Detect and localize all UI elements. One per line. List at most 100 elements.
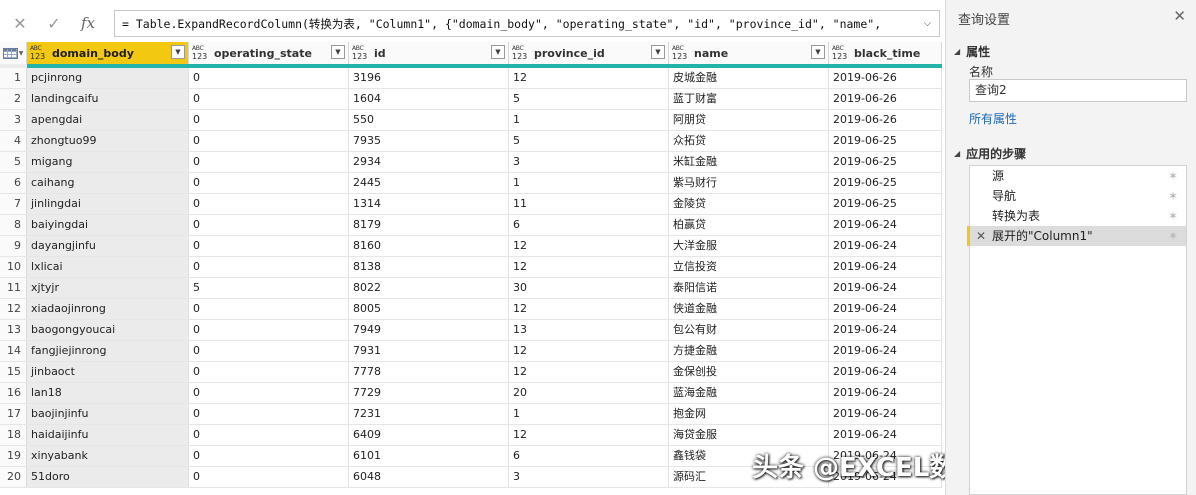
type-any-icon[interactable]: ABC 123 [352, 45, 369, 61]
close-icon[interactable]: ✕ [1173, 7, 1186, 25]
cell-province-id[interactable]: 12 [509, 425, 669, 445]
cell-name[interactable]: 柏赢贷 [669, 215, 829, 235]
table-menu-button[interactable]: ▼ [0, 42, 27, 64]
cell-province-id[interactable]: 30 [509, 278, 669, 298]
cell-province-id[interactable]: 12 [509, 68, 669, 88]
cell-domain-body[interactable]: apengdai [27, 110, 189, 130]
cell-operating-state[interactable]: 0 [189, 110, 349, 130]
cell-id[interactable]: 7949 [349, 320, 509, 340]
type-any-icon[interactable]: ABC 123 [30, 45, 47, 61]
cell-name[interactable]: 皮城金融 [669, 68, 829, 88]
formula-input[interactable]: = Table.ExpandRecordColumn(转换为表, "Column… [114, 10, 940, 37]
table-row[interactable]: 2 landingcaifu 0 1604 5 蓝丁财富 2019-06-26 [0, 89, 942, 110]
cell-domain-body[interactable]: lan18 [27, 383, 189, 403]
cell-name[interactable]: 包公有财 [669, 320, 829, 340]
table-row[interactable]: 13 baogongyoucai 0 7949 13 包公有财 2019-06-24 [0, 320, 942, 341]
cell-province-id[interactable]: 20 [509, 383, 669, 403]
filter-dropdown-icon[interactable]: ▼ [171, 45, 185, 59]
delete-step-icon[interactable]: ✕ [976, 226, 986, 246]
cell-name[interactable]: 蓝丁财富 [669, 89, 829, 109]
cell-id[interactable]: 6048 [349, 467, 509, 487]
gear-icon[interactable]: ✶ [1168, 206, 1178, 226]
cell-domain-body[interactable]: zhongtuo99 [27, 131, 189, 151]
column-header-name[interactable]: ABC 123 name ▼ [669, 42, 829, 64]
cell-black-time[interactable]: 2019-06-24 [829, 320, 942, 340]
cell-black-time[interactable]: 2019-06-24 [829, 362, 942, 382]
commit-icon[interactable]: ✓ [37, 10, 71, 36]
cancel-icon[interactable]: ✕ [3, 10, 37, 36]
gear-icon[interactable]: ✶ [1168, 186, 1178, 206]
query-name-input[interactable]: 查询2 [969, 79, 1187, 102]
cell-province-id[interactable]: 3 [509, 152, 669, 172]
cell-name[interactable]: 大洋金服 [669, 236, 829, 256]
table-row[interactable]: 7 jinlingdai 0 1314 11 金陵贷 2019-06-25 [0, 194, 942, 215]
applied-steps-section-header[interactable]: ◢ 应用的步骤 [954, 145, 1026, 162]
table-row[interactable]: 10 lxlicai 0 8138 12 立信投资 2019-06-24 [0, 257, 942, 278]
cell-operating-state[interactable]: 0 [189, 404, 349, 424]
cell-name[interactable]: 米缸金融 [669, 152, 829, 172]
cell-name[interactable]: 海贷金服 [669, 425, 829, 445]
cell-operating-state[interactable]: 0 [189, 341, 349, 361]
cell-domain-body[interactable]: xinyabank [27, 446, 189, 466]
cell-id[interactable]: 6409 [349, 425, 509, 445]
insert-function-icon[interactable]: fx [71, 10, 105, 36]
cell-id[interactable]: 8179 [349, 215, 509, 235]
cell-operating-state[interactable]: 0 [189, 383, 349, 403]
column-header-domain-body[interactable]: ABC 123 domain_body ▼ [27, 42, 189, 64]
cell-operating-state[interactable]: 0 [189, 236, 349, 256]
table-row[interactable]: 11 xjtyjr 5 8022 30 泰阳信诺 2019-06-24 [0, 278, 942, 299]
cell-domain-body[interactable]: lxlicai [27, 257, 189, 277]
cell-operating-state[interactable]: 0 [189, 215, 349, 235]
cell-province-id[interactable]: 1 [509, 173, 669, 193]
cell-domain-body[interactable]: haidaijinfu [27, 425, 189, 445]
column-header-id[interactable]: ABC 123 id ▼ [349, 42, 509, 64]
cell-domain-body[interactable]: caihang [27, 173, 189, 193]
cell-province-id[interactable]: 12 [509, 362, 669, 382]
cell-domain-body[interactable]: baojinjinfu [27, 404, 189, 424]
gear-icon[interactable]: ✶ [1168, 226, 1178, 246]
cell-operating-state[interactable]: 5 [189, 278, 349, 298]
cell-operating-state[interactable]: 0 [189, 362, 349, 382]
cell-id[interactable]: 6101 [349, 446, 509, 466]
filter-dropdown-icon[interactable]: ▼ [491, 45, 505, 59]
applied-step-item[interactable]: 源 ✶ [970, 166, 1186, 186]
filter-dropdown-icon[interactable]: ▼ [651, 45, 665, 59]
chevron-down-icon[interactable]: ⌵ [920, 16, 935, 31]
applied-step-item[interactable]: 转换为表 ✶ [970, 206, 1186, 226]
cell-id[interactable]: 8160 [349, 236, 509, 256]
cell-operating-state[interactable]: 0 [189, 467, 349, 487]
cell-domain-body[interactable]: pcjinrong [27, 68, 189, 88]
cell-black-time[interactable]: 2019-06-24 [829, 299, 942, 319]
cell-name[interactable]: 紫马财行 [669, 173, 829, 193]
column-header-operating-state[interactable]: ABC 123 operating_state ▼ [189, 42, 349, 64]
cell-black-time[interactable]: 2019-06-24 [829, 236, 942, 256]
cell-black-time[interactable]: 2019-06-26 [829, 89, 942, 109]
cell-name[interactable]: 金保创投 [669, 362, 829, 382]
cell-province-id[interactable]: 12 [509, 257, 669, 277]
cell-province-id[interactable]: 1 [509, 404, 669, 424]
cell-name[interactable]: 金陵贷 [669, 194, 829, 214]
cell-id[interactable]: 2934 [349, 152, 509, 172]
table-row[interactable]: 12 xiadaojinrong 0 8005 12 侠道金融 2019-06-24 [0, 299, 942, 320]
cell-domain-body[interactable]: xjtyjr [27, 278, 189, 298]
table-row[interactable]: 14 fangjiejinrong 0 7931 12 方捷金融 2019-06-24 [0, 341, 942, 362]
cell-black-time[interactable]: 2019-06-24 [829, 257, 942, 277]
cell-province-id[interactable]: 6 [509, 215, 669, 235]
cell-name[interactable]: 蓝海金融 [669, 383, 829, 403]
cell-id[interactable]: 1314 [349, 194, 509, 214]
cell-id[interactable]: 3196 [349, 68, 509, 88]
cell-black-time[interactable]: 2019-06-26 [829, 68, 942, 88]
table-row[interactable]: 8 baiyingdai 0 8179 6 柏赢贷 2019-06-24 [0, 215, 942, 236]
cell-domain-body[interactable]: jinlingdai [27, 194, 189, 214]
table-row[interactable]: 17 baojinjinfu 0 7231 1 抱金网 2019-06-24 [0, 404, 942, 425]
cell-id[interactable]: 2445 [349, 173, 509, 193]
cell-id[interactable]: 550 [349, 110, 509, 130]
table-row[interactable]: 16 lan18 0 7729 20 蓝海金融 2019-06-24 [0, 383, 942, 404]
cell-black-time[interactable]: 2019-06-26 [829, 110, 942, 130]
type-any-icon[interactable]: ABC 123 [832, 45, 849, 61]
cell-province-id[interactable]: 6 [509, 446, 669, 466]
cell-name[interactable]: 抱金网 [669, 404, 829, 424]
column-header-province-id[interactable]: ABC 123 province_id ▼ [509, 42, 669, 64]
table-row[interactable]: 1 pcjinrong 0 3196 12 皮城金融 2019-06-26 [0, 68, 942, 89]
cell-name[interactable]: 众拓贷 [669, 131, 829, 151]
